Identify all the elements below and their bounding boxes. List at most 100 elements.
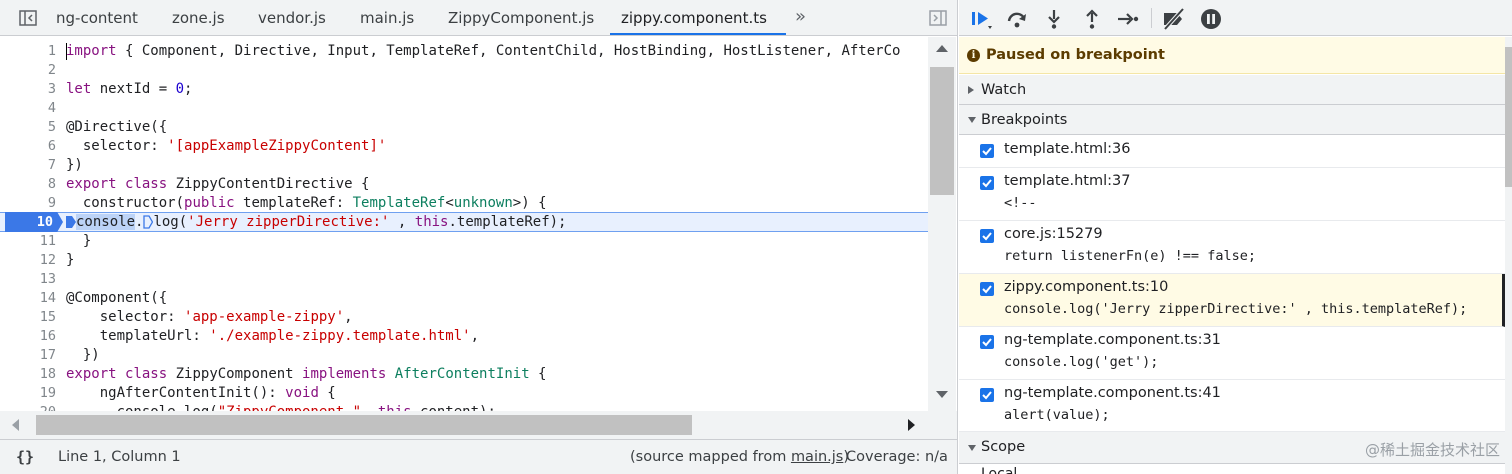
scroll-up-icon[interactable] [936,45,948,52]
watch-section-label: Watch [981,82,1027,98]
scope-local-label: Local [981,466,1018,474]
code-editor[interactable]: 10 1 import { Component, Directive, Input… [0,37,957,411]
code-line[interactable]: }) [66,156,83,175]
tab-main-js[interactable]: main.js [360,0,414,36]
collapse-arrow-icon [968,445,976,451]
code-line[interactable]: @Directive({ [66,118,167,137]
breakpoint-item[interactable]: core.js:15279 return listenerFn(e) !== fa… [959,221,1505,274]
breakpoint-checkbox[interactable] [980,229,994,243]
step-icon[interactable] [1116,7,1140,31]
horizontal-scrollbar[interactable] [0,411,957,439]
sidebar-scroll-thumb[interactable] [1505,47,1512,187]
breakpoint-code-snippet: console.log('Jerry zipperDirective:' , t… [1004,301,1468,317]
scope-section-label: Scope [981,439,1026,455]
line-number[interactable]: 4 [0,99,56,118]
scroll-right-icon[interactable] [908,419,915,431]
line-number[interactable]: 17 [0,346,56,365]
breakpoints-section-header[interactable]: Breakpoints [959,105,1512,135]
toolbar-separator [1151,8,1152,28]
step-into-icon[interactable] [1042,7,1066,31]
code-line[interactable]: @Component({ [66,289,167,308]
debugger-toolbar [959,0,1512,36]
breakpoint-location: ng-template.component.ts:31 [1004,332,1221,348]
line-number[interactable]: 12 [0,251,56,270]
tab-ng-content[interactable]: ng-content [56,0,138,36]
code-line[interactable]: console. log('Jerry zipperDirective:' , t… [66,213,567,232]
info-icon: i [967,49,980,62]
vertical-scrollbar[interactable] [928,37,956,411]
code-line[interactable]: ngAfterContentInit(): void { [66,384,336,403]
code-line[interactable]: let nextId = 0; [66,80,192,99]
line-number[interactable]: 15 [0,308,56,327]
resume-icon[interactable] [969,7,993,31]
tab-zone-js[interactable]: zone.js [172,0,225,36]
line-number[interactable]: 1 [0,42,56,61]
code-line[interactable]: export class ZippyContentDirective { [66,175,369,194]
code-line[interactable]: constructor(public templateRef: Template… [66,194,547,213]
step-over-icon[interactable] [1005,7,1029,31]
line-number[interactable]: 18 [0,365,56,384]
line-number[interactable]: 6 [0,137,56,156]
code-line[interactable]: console.log("ZippyComponent.", this.cont… [66,403,496,411]
code-line[interactable]: }) [66,346,100,365]
line-number[interactable]: 13 [0,270,56,289]
line-number[interactable]: 11 [0,232,56,251]
code-line[interactable]: templateUrl: './example-zippy.template.h… [66,327,479,346]
scroll-left-icon[interactable] [12,419,19,431]
line-number[interactable]: 20 [0,403,56,411]
breakpoint-checkbox[interactable] [980,282,994,296]
line-number[interactable]: 14 [0,289,56,308]
tab-zippy-component-ts[interactable]: zippy.component.ts [621,0,767,36]
breakpoint-item[interactable]: template.html:36 [959,136,1505,168]
scroll-down-icon[interactable] [936,391,948,398]
vertical-scroll-thumb[interactable] [930,67,954,195]
breakpoints-section-label: Breakpoints [981,112,1068,128]
code-line[interactable]: } [66,232,91,251]
source-mapped-prefix: (source mapped from [630,449,791,465]
line-number[interactable]: 9 [0,194,56,213]
line-number[interactable]: 5 [0,118,56,137]
breakpoint-code-snippet: return listenerFn(e) !== false; [1004,248,1256,264]
sidebar-scrollbar[interactable] [1505,37,1512,474]
step-out-icon[interactable] [1080,7,1104,31]
tabs-overflow-icon[interactable]: » [795,0,806,36]
active-tab-indicator [610,33,786,35]
breakpoint-location: template.html:37 [1004,173,1131,189]
debugger-sidebar: i Paused on breakpoint Watch Breakpoints… [959,0,1512,474]
code-line[interactable]: import { Component, Directive, Input, Te… [66,42,900,61]
breakpoint-item[interactable]: zippy.component.ts:10 console.log('Jerry … [959,274,1505,327]
pretty-print-button[interactable]: {} [16,440,34,474]
toggle-navigator-icon[interactable] [18,8,38,28]
scope-local-row[interactable]: Local [959,464,1505,474]
watch-section-header[interactable]: Watch [959,75,1512,105]
pause-on-exceptions-icon[interactable] [1199,7,1223,31]
paused-banner: i Paused on breakpoint [959,37,1512,74]
line-number[interactable]: 19 [0,384,56,403]
line-number[interactable]: 8 [0,175,56,194]
breakpoint-item[interactable]: ng-template.component.ts:41 alert(value); [959,380,1505,432]
breakpoint-checkbox[interactable] [980,176,994,190]
breakpoint-marker[interactable]: 10 [5,212,63,232]
code-line[interactable]: selector: 'app-example-zippy', [66,308,353,327]
line-number[interactable]: 3 [0,80,56,99]
code-line[interactable]: } [66,251,74,270]
breakpoint-item[interactable]: template.html:37 <!-- [959,168,1505,221]
deactivate-breakpoints-icon[interactable] [1161,7,1185,31]
breakpoint-code-snippet: alert(value); [1004,407,1110,423]
code-line[interactable]: export class ZippyComponent implements A… [66,365,546,384]
cursor-position: Line 1, Column 1 [58,449,181,465]
toggle-debugger-icon[interactable] [928,8,948,28]
breakpoint-item[interactable]: ng-template.component.ts:31 console.log('… [959,327,1505,380]
breakpoint-checkbox[interactable] [980,388,994,402]
line-number[interactable]: 2 [0,61,56,80]
breakpoint-checkbox[interactable] [980,144,994,158]
editor-status-bar: {} Line 1, Column 1 (source mapped from … [0,439,957,474]
line-number[interactable]: 16 [0,327,56,346]
breakpoint-checkbox[interactable] [980,335,994,349]
line-number[interactable]: 7 [0,156,56,175]
code-line[interactable]: selector: '[appExampleZippyContent]' [66,137,386,156]
horizontal-scroll-thumb[interactable] [36,415,692,435]
source-mapped-link[interactable]: main.js [791,449,843,465]
tab-zippycomponent-js[interactable]: ZippyComponent.js [448,0,594,36]
tab-vendor-js[interactable]: vendor.js [258,0,326,36]
